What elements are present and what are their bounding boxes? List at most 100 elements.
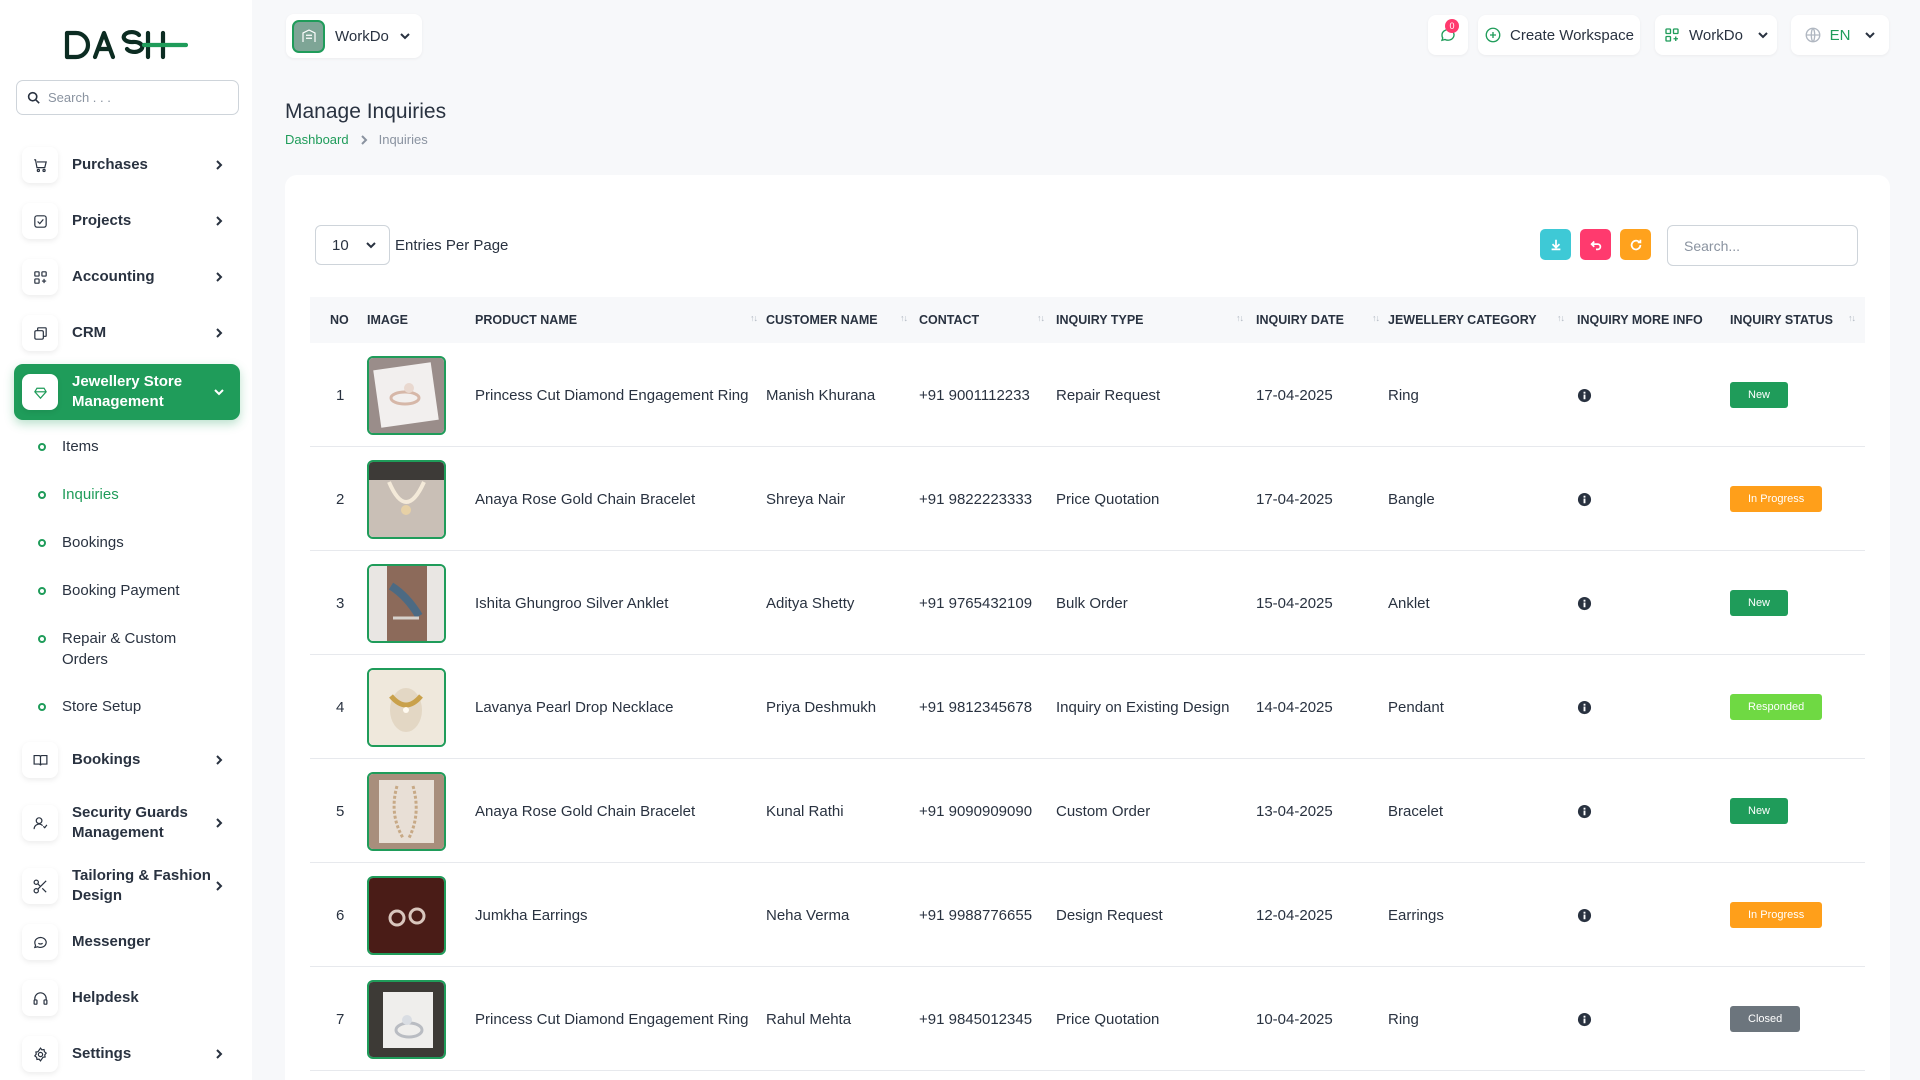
info-icon[interactable]: [1577, 700, 1592, 715]
cell-more-info: [1577, 551, 1592, 655]
sort-icon[interactable]: ↑↓: [900, 313, 908, 323]
sidebar-item-helpdesk[interactable]: Helpdesk: [14, 973, 240, 1023]
cell-inquiry-status: In Progress: [1730, 863, 1823, 967]
cell-product-name: Princess Cut Diamond Engagement Ring: [475, 1010, 749, 1028]
submenu-repair-custom-orders[interactable]: Repair & Custom Orders: [38, 628, 188, 670]
sidebar-item-crm[interactable]: CRM: [14, 308, 240, 358]
cell-inquiry-status: New: [1730, 551, 1789, 655]
book-icon: [22, 742, 58, 778]
cell-inquiry-date: 12-04-2025: [1256, 906, 1333, 924]
workspace-switcher[interactable]: WorkDo: [286, 14, 422, 58]
sidebar-item-accounting[interactable]: Accounting: [14, 252, 240, 302]
cell-image: [367, 447, 446, 551]
info-icon[interactable]: [1577, 596, 1592, 611]
product-thumbnail[interactable]: [367, 667, 446, 747]
reset-button[interactable]: [1580, 229, 1611, 260]
column-header-product-name[interactable]: Product Name: [475, 297, 577, 343]
guard-icon: [22, 805, 58, 841]
dash-logo[interactable]: [64, 26, 188, 64]
column-header-inquiry-more-info[interactable]: Inquiry More Info: [1577, 297, 1703, 343]
reload-button[interactable]: [1620, 229, 1651, 260]
sidebar-item-purchases[interactable]: Purchases: [14, 140, 240, 190]
table-search-input[interactable]: [1667, 225, 1858, 266]
submenu-inquiries[interactable]: Inquiries: [38, 484, 238, 505]
submenu-booking-payment[interactable]: Booking Payment: [38, 580, 238, 601]
sidebar: Search . . . Purchases Projects Accounti…: [0, 0, 252, 1080]
sort-icon[interactable]: ↑↓: [1236, 313, 1244, 323]
cell-jewellery-category: Ring: [1388, 386, 1419, 404]
breadcrumb-home[interactable]: Dashboard: [285, 132, 349, 147]
chevron-right-icon: [216, 818, 223, 828]
submenu-label: Bookings: [62, 534, 124, 551]
product-thumbnail[interactable]: [367, 875, 446, 955]
sort-icon[interactable]: ↑↓: [1848, 313, 1856, 323]
cell-inquiry-date: 13-04-2025: [1256, 802, 1333, 820]
product-thumbnail[interactable]: [367, 355, 446, 435]
cell-inquiry-status: In Progress: [1730, 447, 1823, 551]
bullet-icon: [38, 443, 46, 451]
sidebar-item-label: Tailoring & Fashion Design: [72, 867, 211, 904]
cell-product-name: Lavanya Pearl Drop Necklace: [475, 698, 674, 716]
sort-icon[interactable]: ↑↓: [1372, 313, 1380, 323]
cell-customer-name: Manish Khurana: [766, 386, 876, 404]
sidebar-item-bookings[interactable]: Bookings: [14, 735, 240, 785]
submenu-store-setup[interactable]: Store Setup: [38, 696, 238, 717]
sort-icon[interactable]: ↑↓: [750, 313, 758, 323]
column-header-customer-name[interactable]: Customer Name: [766, 297, 878, 343]
notifications-button[interactable]: 0: [1428, 15, 1468, 55]
sort-icon[interactable]: ↑↓: [1557, 313, 1565, 323]
cell-image: [367, 863, 446, 967]
product-thumbnail[interactable]: [367, 979, 446, 1059]
chevron-right-icon: [216, 1049, 223, 1059]
language-selector[interactable]: EN: [1791, 15, 1889, 55]
product-thumbnail[interactable]: [367, 563, 446, 643]
cell-inquiry-date: 14-04-2025: [1256, 698, 1333, 716]
status-badge: Responded: [1730, 694, 1823, 720]
column-header-contact[interactable]: Contact: [919, 297, 979, 343]
create-workspace-button[interactable]: Create Workspace: [1478, 15, 1640, 55]
cell-customer-name: Aditya Shetty: [766, 594, 855, 612]
cell-customer-name: Rahul Mehta: [766, 1010, 852, 1028]
sidebar-item-messenger[interactable]: Messenger: [14, 917, 240, 967]
info-icon[interactable]: [1577, 492, 1592, 507]
sidebar-item-settings[interactable]: Settings: [14, 1029, 240, 1079]
cell-jewellery-category: Anklet: [1388, 594, 1430, 612]
sort-icon[interactable]: ↑↓: [1037, 313, 1045, 323]
chevron-right-icon: [216, 216, 223, 226]
gear-icon: [22, 1036, 58, 1072]
submenu-bookings[interactable]: Bookings: [38, 532, 238, 553]
table-row: 1 Princess Cut Diamond Engagement Ring M…: [310, 343, 1865, 447]
product-thumbnail[interactable]: [367, 771, 446, 851]
info-icon[interactable]: [1577, 388, 1592, 403]
workspace-menu[interactable]: WorkDo: [1655, 15, 1777, 55]
column-header-jewellery-category[interactable]: Jewellery Category: [1388, 297, 1537, 343]
submenu-items[interactable]: Items: [38, 436, 238, 457]
column-header-inquiry-type[interactable]: Inquiry Type: [1056, 297, 1144, 343]
info-icon[interactable]: [1577, 908, 1592, 923]
page-title: Manage Inquiries: [285, 100, 447, 123]
export-button[interactable]: [1540, 229, 1571, 260]
submenu-label: Inquiries: [62, 486, 119, 503]
sidebar-item-jewellery-store[interactable]: Jewellery Store Management: [14, 364, 240, 420]
sidebar-search[interactable]: Search . . .: [16, 80, 239, 115]
column-header-inquiry-status[interactable]: Inquiry Status: [1730, 297, 1833, 343]
cell-inquiry-date: 15-04-2025: [1256, 594, 1333, 612]
sidebar-item-security-guards[interactable]: Security Guards Management: [14, 795, 240, 851]
grid-icon: [1665, 28, 1679, 42]
info-icon[interactable]: [1577, 1012, 1592, 1027]
entries-per-page-select[interactable]: 10: [315, 225, 390, 265]
cell-jewellery-category: Ring: [1388, 1010, 1419, 1028]
column-header-no[interactable]: No: [330, 297, 349, 343]
cell-contact: +91 9845012345: [919, 1010, 1033, 1028]
cell-inquiry-date: 10-04-2025: [1256, 1010, 1333, 1028]
column-header-image[interactable]: Image: [367, 297, 408, 343]
column-header-inquiry-date[interactable]: Inquiry Date: [1256, 297, 1344, 343]
sidebar-item-tailoring[interactable]: Tailoring & Fashion Design: [14, 858, 240, 914]
bullet-icon: [38, 539, 46, 547]
table-row: 4 Lavanya Pearl Drop Necklace Priya Desh…: [310, 655, 1865, 759]
sidebar-item-projects[interactable]: Projects: [14, 196, 240, 246]
product-thumbnail[interactable]: [367, 459, 446, 539]
table-row: 3 Ishita Ghungroo Silver Anklet Aditya S…: [310, 551, 1865, 655]
info-icon[interactable]: [1577, 804, 1592, 819]
bullet-icon: [38, 703, 46, 711]
